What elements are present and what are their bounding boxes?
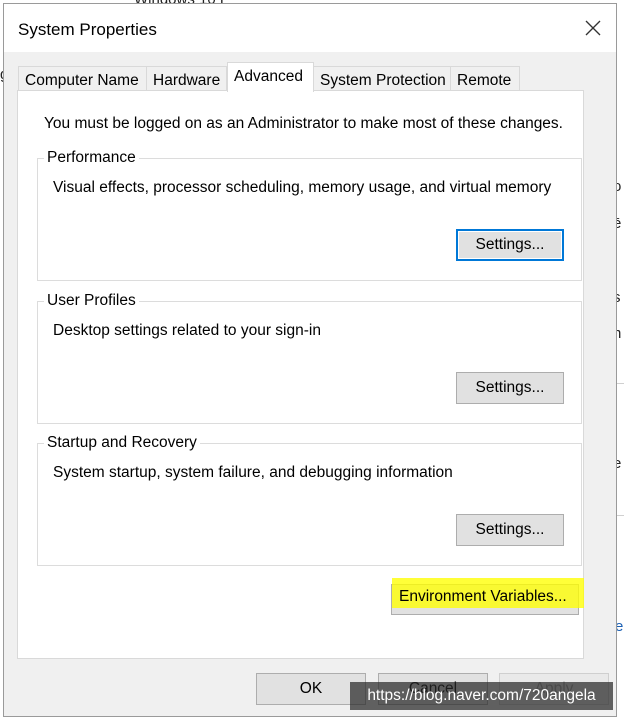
startup-recovery-settings-button[interactable]: Settings... — [456, 514, 564, 546]
window-title: System Properties — [18, 20, 157, 39]
close-icon — [585, 20, 601, 36]
performance-settings-button[interactable]: Settings... — [456, 229, 564, 261]
tab-hardware[interactable]: Hardware — [146, 66, 227, 91]
startup-recovery-description: System startup, system failure, and debu… — [53, 464, 453, 481]
user-profiles-description: Desktop settings related to your sign-in — [53, 322, 321, 339]
user-profiles-settings-button[interactable]: Settings... — [456, 372, 564, 404]
title-bar[interactable]: System Properties — [4, 4, 616, 52]
administrator-note: You must be logged on as an Administrato… — [44, 115, 563, 132]
startup-recovery-group-title: Startup and Recovery — [44, 434, 200, 452]
tab-system-protection[interactable]: System Protection — [313, 66, 451, 91]
tab-computer-name[interactable]: Computer Name — [18, 66, 147, 91]
tab-advanced[interactable]: Advanced — [227, 62, 314, 92]
tab-remote[interactable]: Remote — [450, 66, 520, 91]
performance-group: Performance Visual effects, processor sc… — [37, 149, 582, 281]
user-profiles-group: User Profiles Desktop settings related t… — [37, 292, 582, 424]
startup-recovery-group: Startup and Recovery System startup, sys… — [37, 434, 582, 566]
environment-variables-label[interactable]: Environment Variables... — [399, 588, 567, 606]
performance-description: Visual effects, processor scheduling, me… — [53, 179, 552, 196]
user-profiles-group-title: User Profiles — [44, 292, 139, 310]
performance-group-title: Performance — [44, 149, 139, 167]
close-button[interactable] — [570, 4, 616, 52]
advanced-tab-panel: You must be logged on as an Administrato… — [17, 90, 584, 659]
system-properties-dialog: System Properties Computer Name Hardware… — [3, 3, 617, 717]
watermark-overlay: https://blog.naver.com/720angela — [350, 682, 613, 710]
